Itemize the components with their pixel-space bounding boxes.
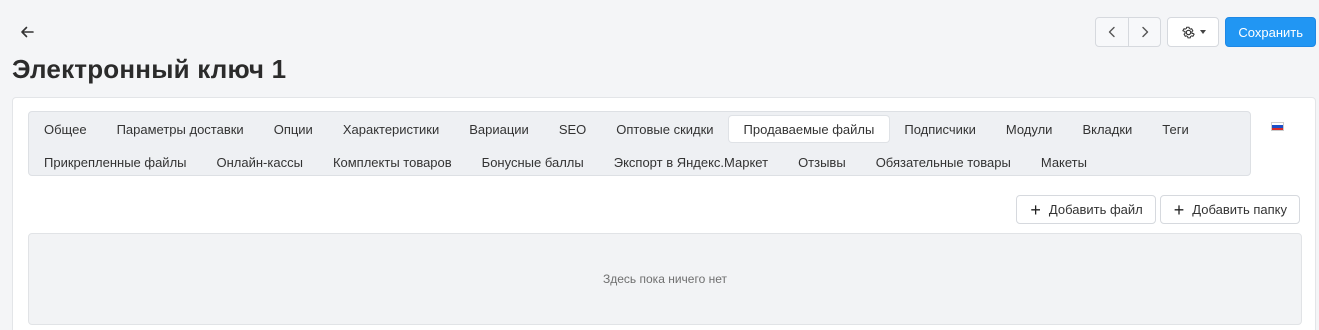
tab-subscribers[interactable]: Подписчики xyxy=(889,116,991,142)
arrow-left-icon xyxy=(21,26,34,38)
next-button[interactable] xyxy=(1128,18,1160,46)
empty-state-text: Здесь пока ничего нет xyxy=(603,272,727,286)
back-button[interactable] xyxy=(14,19,40,45)
add-file-label: Добавить файл xyxy=(1048,202,1143,217)
tab-delivery-params[interactable]: Параметры доставки xyxy=(102,116,259,142)
save-button[interactable]: Сохранить xyxy=(1225,17,1316,47)
caret-down-icon xyxy=(1199,30,1206,34)
tab-reviews[interactable]: Отзывы xyxy=(783,149,861,175)
file-actions: + Добавить файл + Добавить папку xyxy=(1016,195,1300,224)
tab-variations[interactable]: Вариации xyxy=(454,116,544,142)
add-file-button[interactable]: + Добавить файл xyxy=(1016,195,1156,224)
tab-characteristics[interactable]: Характеристики xyxy=(328,116,454,142)
tab-yandex-market-export[interactable]: Экспорт в Яндекс.Маркет xyxy=(599,149,783,175)
tab-general[interactable]: Общее xyxy=(29,116,102,142)
previous-button[interactable] xyxy=(1096,18,1128,46)
plus-icon: + xyxy=(1030,199,1041,220)
tabs-panel: Общее Параметры доставки Опции Характери… xyxy=(28,111,1251,176)
tab-attached-files[interactable]: Прикрепленные файлы xyxy=(29,149,202,175)
product-card: Общее Параметры доставки Опции Характери… xyxy=(12,97,1316,330)
tab-options[interactable]: Опции xyxy=(259,116,328,142)
add-folder-button[interactable]: + Добавить папку xyxy=(1159,195,1300,224)
tab-row-1: Общее Параметры доставки Опции Характери… xyxy=(29,114,1204,144)
tab-bonus-points[interactable]: Бонусные баллы xyxy=(467,149,599,175)
tab-online-cash-registers[interactable]: Онлайн-кассы xyxy=(202,149,318,175)
files-empty-state: Здесь пока ничего нет xyxy=(28,233,1302,325)
chevron-left-icon xyxy=(1109,26,1116,38)
russia-flag-icon[interactable] xyxy=(1271,122,1284,131)
top-actions: Сохранить xyxy=(1095,17,1316,47)
tab-modules[interactable]: Модули xyxy=(991,116,1068,142)
tab-product-bundles[interactable]: Комплекты товаров xyxy=(318,149,467,175)
chevron-right-icon xyxy=(1142,26,1149,38)
settings-dropdown-button[interactable] xyxy=(1167,17,1220,47)
tab-tags[interactable]: Теги xyxy=(1147,116,1203,142)
gear-icon xyxy=(1182,26,1195,38)
tab-sold-files[interactable]: Продаваемые файлы xyxy=(728,116,890,142)
tab-layouts[interactable]: Макеты xyxy=(1026,149,1102,175)
record-navigation xyxy=(1095,17,1162,47)
tab-required-products[interactable]: Обязательные товары xyxy=(861,149,1026,175)
add-folder-label: Добавить папку xyxy=(1192,202,1287,217)
page-title: Электронный ключ 1 xyxy=(12,54,287,84)
tab-seo[interactable]: SEO xyxy=(544,116,601,142)
tab-tabs[interactable]: Вкладки xyxy=(1067,116,1147,142)
plus-icon: + xyxy=(1173,199,1185,220)
tab-wholesale-discounts[interactable]: Оптовые скидки xyxy=(601,116,728,142)
tab-row-2: Прикрепленные файлы Онлайн-кассы Комплек… xyxy=(29,147,1102,177)
